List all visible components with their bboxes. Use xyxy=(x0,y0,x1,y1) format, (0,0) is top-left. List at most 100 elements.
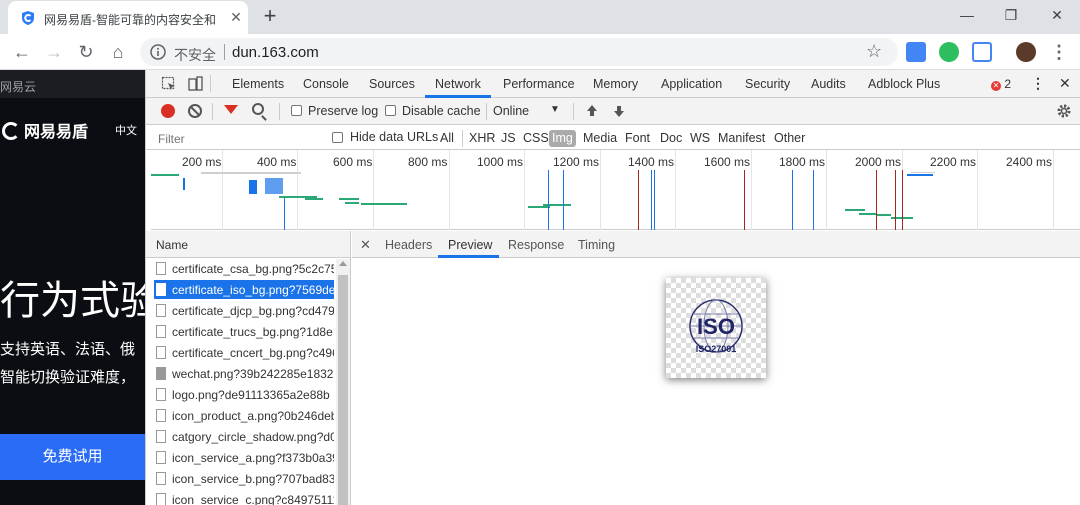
type-media[interactable]: Media xyxy=(580,130,620,147)
bookmark-star-icon[interactable]: ☆ xyxy=(866,41,882,62)
requests-scrollbar[interactable] xyxy=(336,259,350,505)
address-bar[interactable]: 不安全 dun.163.com ☆ xyxy=(140,38,898,66)
preserve-log-checkbox[interactable] xyxy=(291,105,302,116)
tab-console[interactable]: Console xyxy=(303,77,349,91)
forward-button[interactable]: → xyxy=(43,41,65,63)
disable-cache-checkbox[interactable] xyxy=(385,105,396,116)
error-icon: ✕ xyxy=(991,81,1001,91)
search-icon[interactable] xyxy=(252,103,264,115)
timeline-gridline xyxy=(1053,150,1054,230)
free-trial-button[interactable]: 免费试用 xyxy=(0,434,145,480)
tab-headers[interactable]: Headers xyxy=(385,238,432,252)
tab-elements[interactable]: Elements xyxy=(232,77,284,91)
device-toolbar-icon[interactable] xyxy=(187,76,203,92)
request-row[interactable]: logo.png?de91113365a2e88b xyxy=(154,385,334,404)
request-row[interactable]: icon_service_c.png?c84975111 xyxy=(154,490,334,505)
network-timeline[interactable]: 200 ms 400 ms 600 ms 800 ms 1000 ms 1200… xyxy=(151,150,1080,230)
devtools-panel: Elements Console Sources Network Perform… xyxy=(145,70,1080,505)
restore-button[interactable]: ❐ xyxy=(996,4,1026,28)
error-count-badge[interactable]: ✕ 2 xyxy=(991,77,1011,91)
type-all[interactable]: All xyxy=(437,130,457,147)
tab-preview[interactable]: Preview xyxy=(448,238,492,252)
devtools-close-icon[interactable]: ✕ xyxy=(1059,75,1071,92)
tab-security[interactable]: Security xyxy=(745,77,790,91)
record-button[interactable] xyxy=(161,104,175,118)
request-row[interactable]: icon_product_a.png?0b246deb xyxy=(154,406,334,425)
request-row-selected[interactable]: certificate_iso_bg.png?7569de xyxy=(154,280,334,299)
type-doc[interactable]: Doc xyxy=(657,130,685,147)
extension-icon[interactable] xyxy=(972,42,992,62)
scrollbar-thumb[interactable] xyxy=(338,275,348,505)
detail-tabs: ✕ Headers Preview Response Timing xyxy=(352,231,1080,258)
iso-logo-subtext: ISO27001 xyxy=(695,344,737,354)
url-text[interactable]: dun.163.com xyxy=(232,44,319,61)
filter-input[interactable] xyxy=(154,130,318,148)
type-xhr[interactable]: XHR xyxy=(466,130,498,147)
hide-data-urls-checkbox[interactable] xyxy=(332,132,343,143)
request-row[interactable]: wechat.png?39b242285e1832 xyxy=(154,364,334,383)
request-name: certificate_djcp_bg.png?cd479 xyxy=(172,304,334,318)
translate-extension-icon[interactable] xyxy=(906,42,926,62)
insecure-label: 不安全 xyxy=(174,47,216,63)
type-manifest[interactable]: Manifest xyxy=(715,130,768,147)
timeline-tick: 1400 ms xyxy=(628,155,675,169)
yidun-favicon-icon xyxy=(22,11,34,25)
type-css[interactable]: CSS xyxy=(520,130,552,147)
image-preview: ISO ISO27001 xyxy=(666,278,766,378)
reload-button[interactable]: ↻ xyxy=(75,41,97,63)
tab-close-icon[interactable]: ✕ xyxy=(228,9,244,25)
hero-title: 行为式验 xyxy=(0,279,145,323)
tab-audits[interactable]: Audits xyxy=(811,77,846,91)
evernote-extension-icon[interactable] xyxy=(939,42,959,62)
tab-sources[interactable]: Sources xyxy=(369,77,415,91)
devtools-menu-icon[interactable]: ⋮ xyxy=(1031,75,1045,92)
timeline-gridline xyxy=(826,150,827,230)
clear-icon[interactable] xyxy=(188,104,202,118)
new-tab-button[interactable]: + xyxy=(258,5,282,29)
brand-logo[interactable]: 网易易盾 xyxy=(2,118,88,142)
tab-application[interactable]: Application xyxy=(661,77,722,91)
image-file-icon xyxy=(156,262,166,275)
type-ws[interactable]: WS xyxy=(687,130,713,147)
inspect-element-icon[interactable] xyxy=(161,76,177,92)
window-close-button[interactable]: ✕ xyxy=(1042,4,1072,28)
tab-memory[interactable]: Memory xyxy=(593,77,638,91)
page-topbar[interactable]: 网易云 xyxy=(0,70,145,98)
tab-timing[interactable]: Timing xyxy=(578,238,615,252)
settings-gear-icon[interactable] xyxy=(1056,103,1072,119)
close-detail-icon[interactable]: ✕ xyxy=(360,237,371,253)
minimize-button[interactable]: — xyxy=(952,4,982,28)
request-row[interactable]: certificate_csa_bg.png?5c2c75 xyxy=(154,259,334,278)
request-row[interactable]: certificate_cncert_bg.png?c496 xyxy=(154,343,334,362)
back-button[interactable]: ← xyxy=(11,41,33,63)
request-row[interactable]: catgory_circle_shadow.png?d0 xyxy=(154,427,334,446)
throttle-select[interactable]: Online xyxy=(493,104,529,118)
tab-adblock-plus[interactable]: Adblock Plus xyxy=(868,77,940,91)
browser-menu-icon[interactable]: ⋮ xyxy=(1048,41,1070,63)
type-js[interactable]: JS xyxy=(498,130,519,147)
info-icon[interactable] xyxy=(150,44,166,60)
tab-performance[interactable]: Performance xyxy=(503,77,575,91)
brand-name: 网易易盾 xyxy=(24,124,89,141)
language-switch[interactable]: 中文 xyxy=(115,122,137,138)
hero-subtitle-1: 支持英语、法语、俄 xyxy=(0,341,136,358)
type-other[interactable]: Other xyxy=(771,130,808,147)
scroll-up-icon[interactable] xyxy=(339,261,347,266)
type-font[interactable]: Font xyxy=(622,130,653,147)
browser-tab[interactable]: 网易易盾-智能可靠的内容安全和 ✕ xyxy=(8,1,248,34)
request-row[interactable]: certificate_djcp_bg.png?cd479 xyxy=(154,301,334,320)
import-har-icon[interactable] xyxy=(585,103,599,119)
name-column-header[interactable]: Name xyxy=(146,231,350,258)
request-row[interactable]: certificate_trucs_bg.png?1d8e xyxy=(154,322,334,341)
home-button[interactable]: ⌂ xyxy=(107,41,129,63)
profile-avatar[interactable] xyxy=(1016,42,1036,62)
tab-response[interactable]: Response xyxy=(508,238,564,252)
timeline-tick: 1800 ms xyxy=(779,155,826,169)
filter-icon[interactable] xyxy=(224,105,238,114)
tab-network[interactable]: Network xyxy=(435,77,481,91)
request-row[interactable]: icon_service_a.png?f373b0a39 xyxy=(154,448,334,467)
chevron-down-icon[interactable]: ▼ xyxy=(550,104,560,115)
type-img[interactable]: Img xyxy=(549,130,576,147)
export-har-icon[interactable] xyxy=(612,103,626,119)
request-row[interactable]: icon_service_b.png?707bad83 xyxy=(154,469,334,488)
